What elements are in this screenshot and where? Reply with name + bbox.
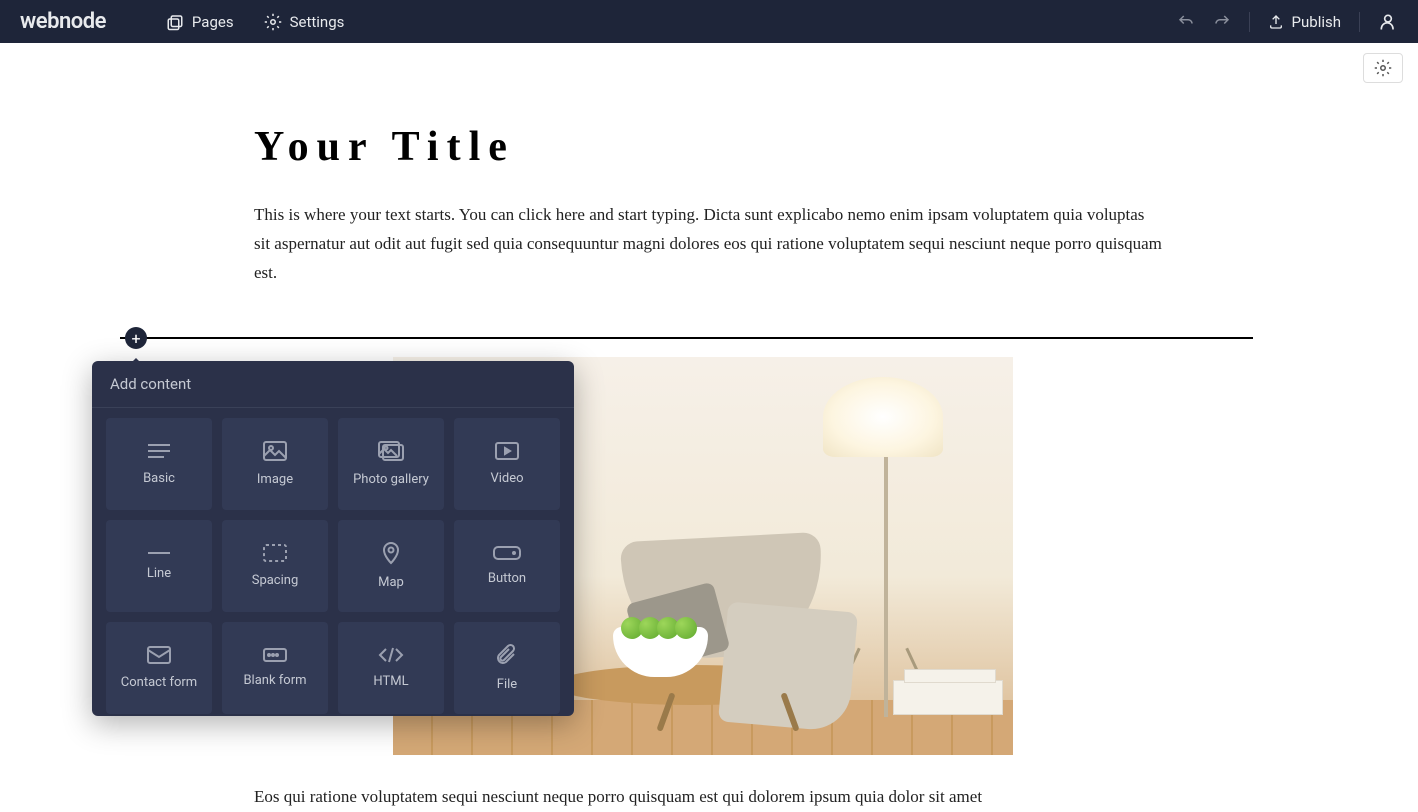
- paragraph-1[interactable]: This is where your text starts. You can …: [254, 201, 1164, 288]
- paperclip-icon: [497, 643, 517, 667]
- popup-title: Add content: [92, 361, 574, 408]
- tile-file[interactable]: File: [454, 622, 560, 714]
- spacing-icon: [262, 543, 288, 563]
- tile-label: Map: [378, 575, 404, 592]
- tile-label: Blank form: [243, 673, 306, 690]
- settings-label: Settings: [290, 13, 345, 31]
- tile-image[interactable]: Image: [222, 418, 328, 510]
- tile-video[interactable]: Video: [454, 418, 560, 510]
- tile-blank-form[interactable]: Blank form: [222, 622, 328, 714]
- add-content-button[interactable]: +: [125, 327, 147, 349]
- pages-label: Pages: [192, 13, 234, 31]
- tile-label: File: [497, 677, 517, 694]
- gear-icon: [1374, 59, 1392, 77]
- plus-icon: +: [131, 329, 140, 348]
- gallery-icon: [377, 440, 405, 462]
- code-icon: [378, 646, 404, 664]
- user-icon[interactable]: [1378, 12, 1398, 32]
- insert-line: [120, 337, 1253, 339]
- gear-icon: [264, 13, 282, 31]
- publish-button[interactable]: Publish: [1268, 13, 1341, 31]
- logo: webnode: [20, 9, 106, 34]
- tile-label: Spacing: [252, 573, 299, 590]
- map-pin-icon: [381, 541, 401, 565]
- mail-icon: [146, 645, 172, 665]
- undo-icon[interactable]: [1177, 13, 1195, 31]
- tile-label: HTML: [373, 674, 408, 691]
- add-content-panel: Add content Basic Image: [92, 361, 574, 716]
- image-icon: [262, 440, 288, 462]
- form-icon: [262, 647, 288, 663]
- tile-label: Photo gallery: [353, 472, 429, 489]
- divider: [1249, 12, 1250, 32]
- editor-canvas: Your Title This is where your text start…: [0, 43, 1418, 772]
- button-icon: [492, 545, 522, 561]
- section-settings-button[interactable]: [1363, 53, 1403, 83]
- tile-label: Basic: [143, 471, 175, 488]
- paragraph-2[interactable]: Eos qui ratione voluptatem sequi nesciun…: [254, 783, 1164, 812]
- line-icon: [146, 550, 172, 556]
- publish-label: Publish: [1292, 13, 1341, 31]
- page-title[interactable]: Your Title: [254, 123, 1209, 171]
- redo-icon[interactable]: [1213, 13, 1231, 31]
- tile-label: Image: [257, 472, 293, 489]
- tile-html[interactable]: HTML: [338, 622, 444, 714]
- tile-label: Button: [488, 571, 526, 588]
- settings-nav[interactable]: Settings: [264, 13, 345, 31]
- tile-button[interactable]: Button: [454, 520, 560, 612]
- tile-contact-form[interactable]: Contact form: [106, 622, 212, 714]
- divider: [1359, 12, 1360, 32]
- pages-nav[interactable]: Pages: [166, 13, 234, 31]
- basic-icon: [146, 441, 172, 461]
- tile-label: Line: [147, 566, 171, 583]
- top-toolbar: webnode Pages Settings Publish: [0, 0, 1418, 43]
- tile-map[interactable]: Map: [338, 520, 444, 612]
- upload-icon: [1268, 14, 1284, 30]
- tile-label: Contact form: [121, 675, 197, 692]
- video-icon: [494, 441, 520, 461]
- pages-icon: [166, 13, 184, 31]
- tile-label: Video: [490, 471, 523, 488]
- tile-photo-gallery[interactable]: Photo gallery: [338, 418, 444, 510]
- tile-basic[interactable]: Basic: [106, 418, 212, 510]
- tile-spacing[interactable]: Spacing: [222, 520, 328, 612]
- tile-line[interactable]: Line: [106, 520, 212, 612]
